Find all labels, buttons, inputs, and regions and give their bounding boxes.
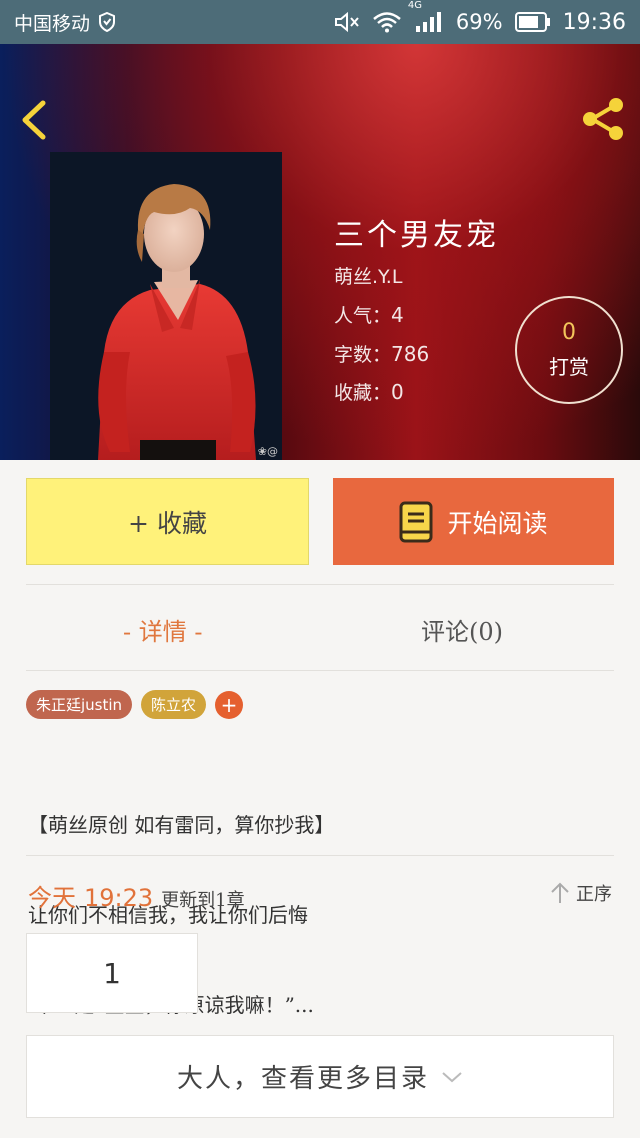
word-count-stat: 字数：786 — [334, 340, 429, 367]
signal-icon: 4G — [408, 0, 444, 34]
add-favorite-button[interactable]: + 收藏 — [26, 478, 309, 565]
wifi-icon — [372, 11, 402, 33]
add-tag-button[interactable]: + — [215, 690, 244, 719]
status-bar: 中国移动 4G 69% 19:36 — [0, 0, 640, 44]
tag-item[interactable]: 朱正廷justin — [26, 690, 133, 719]
share-icon — [583, 98, 623, 140]
back-button[interactable] — [14, 96, 54, 144]
favorites-stat: 收藏：0 — [334, 378, 404, 405]
favorites-value: 0 — [391, 380, 404, 404]
battery-icon — [514, 11, 551, 33]
book-cover[interactable]: ❀@ — [50, 152, 282, 460]
arrow-up-icon — [551, 882, 569, 903]
battery-percent: 69% — [455, 10, 503, 34]
update-day: 今天 — [28, 884, 76, 912]
reward-button[interactable]: 0 打赏 — [515, 296, 623, 404]
book-header: ❀@ 三个男友宠 萌丝.Y.L 人气：4 字数：786 收藏：0 0 打赏 — [0, 44, 640, 460]
chapter-item[interactable]: 1 — [26, 933, 198, 1013]
divider — [26, 584, 614, 585]
reward-count: 0 — [562, 320, 576, 345]
tag-list: 朱正廷justin 陈立农 + — [26, 690, 244, 719]
start-reading-button[interactable]: 开始阅读 — [333, 478, 614, 565]
sort-order-label: 正序 — [576, 884, 612, 905]
cover-illustration — [50, 152, 282, 460]
view-more-catalog-button[interactable]: 大人，查看更多目录 — [26, 1035, 614, 1118]
update-time: 19:23 — [84, 884, 154, 912]
network-type: 4G — [407, 0, 423, 11]
chevron-left-icon — [22, 100, 46, 140]
popularity-stat: 人气：4 — [334, 301, 404, 328]
sort-order-button[interactable]: 正序 — [550, 880, 612, 906]
tag-item[interactable]: 陈立农 — [141, 690, 207, 719]
popularity-value: 4 — [391, 303, 404, 327]
popularity-label: 人气： — [334, 305, 392, 327]
divider — [26, 670, 614, 671]
shield-icon — [98, 12, 116, 32]
reward-label: 打赏 — [549, 355, 589, 379]
word-count-value: 786 — [391, 342, 430, 366]
tab-detail[interactable]: - 详情 - — [123, 612, 202, 647]
chevron-down-icon — [442, 1071, 462, 1082]
view-more-catalog-label: 大人，查看更多目录 — [176, 1064, 429, 1094]
cover-watermark: ❀@ — [257, 445, 278, 458]
start-reading-label: 开始阅读 — [447, 508, 548, 538]
update-text: 更新到1章 — [161, 890, 245, 911]
carrier-label: 中国移动 — [14, 12, 91, 35]
update-info: 今天 19:23 更新到1章 — [28, 878, 245, 913]
divider — [26, 855, 614, 856]
clock: 19:36 — [562, 9, 626, 35]
book-icon — [399, 501, 433, 542]
share-button[interactable] — [578, 94, 628, 144]
tab-comments[interactable]: 评论(0) — [421, 612, 503, 647]
book-title: 三个男友宠 — [334, 218, 499, 253]
favorites-label: 收藏： — [334, 382, 392, 404]
mute-icon — [334, 11, 360, 33]
word-count-label: 字数： — [334, 344, 392, 366]
synopsis-line: 【萌丝原创 如有雷同，算你抄我】 — [28, 813, 335, 837]
book-author[interactable]: 萌丝.Y.L — [334, 262, 402, 289]
